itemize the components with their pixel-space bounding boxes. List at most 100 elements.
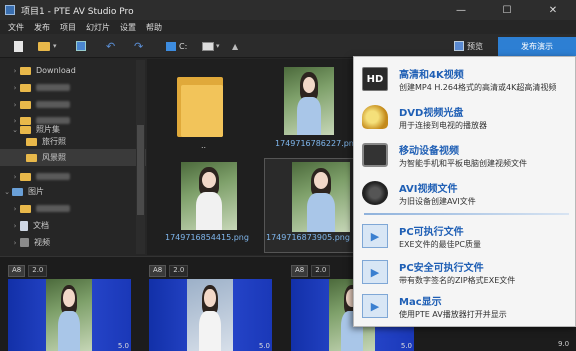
app-window: 项目1 - PTE AV Studio Pro — ☐ ✕ 文件 发布 项目 幻…	[0, 0, 576, 351]
slide-badge[interactable]: A8	[291, 265, 309, 277]
folder-icon	[20, 66, 31, 75]
publish-menu: HD 高清和4K视频 创建MP4 H.264格式的高清或4K超高清视频 DVD视…	[353, 56, 576, 327]
tree-item-travel[interactable]: 旅行照	[0, 133, 146, 150]
redo-button[interactable]: ↷	[134, 39, 143, 53]
menu-slides[interactable]: 幻灯片	[86, 22, 110, 33]
file-name: 1749716854415.png	[165, 233, 249, 242]
slide-duration: 9.0	[558, 340, 570, 348]
save-icon	[76, 41, 86, 51]
tree-item-label: 文档	[33, 221, 49, 230]
menu-item-pc-safe-exe[interactable]: ▶ PC安全可执行文件 带有数字签名的ZIP格式EXE文件	[354, 255, 575, 289]
open-folder-icon	[38, 41, 50, 51]
file-name: 1749716873905.png	[266, 233, 350, 242]
menu-item-mobile-video[interactable]: 移动设备视频 为智能手机和平板电脑创建视频文件	[354, 138, 575, 172]
undo-icon: ↶	[106, 39, 116, 53]
slide-duration: 5.0	[400, 342, 412, 350]
slide-thumbnail[interactable]: 5.0	[149, 279, 272, 351]
menu-item-pc-exe[interactable]: ▶ PC可执行文件 EXE文件的最佳PC质量	[354, 219, 575, 253]
parent-folder-item[interactable]	[177, 77, 223, 137]
avi-film-icon	[362, 181, 388, 205]
file-name: 1749716786227.png	[275, 139, 359, 148]
menu-item-subtitle: 用于连接到电视的播放器	[399, 121, 487, 130]
up-folder-button[interactable]: ▲	[232, 39, 238, 53]
open-project-button[interactable]: ▾	[38, 39, 57, 53]
file-thumbnail[interactable]	[292, 162, 350, 232]
menu-project[interactable]: 项目	[60, 22, 76, 33]
folder-icon	[20, 83, 31, 92]
redacted-label	[36, 205, 70, 212]
tree-scrollbar[interactable]	[136, 60, 145, 254]
new-project-button[interactable]	[14, 39, 23, 53]
tree-item-documents[interactable]: › 文档	[0, 217, 146, 234]
menu-item-hd-4k-video[interactable]: HD 高清和4K视频 创建MP4 H.264格式的高清或4K超高清视频	[354, 62, 575, 96]
chevron-right-icon: ›	[13, 238, 17, 247]
mac-show-icon: ▶	[362, 294, 388, 318]
close-button[interactable]: ✕	[530, 0, 576, 20]
menu-item-dvd[interactable]: DVD视频光盘 用于连接到电视的播放器	[354, 100, 575, 134]
menu-item-title: PC安全可执行文件	[399, 263, 484, 274]
menu-bar: 文件 发布 项目 幻灯片 设置 帮助	[0, 20, 576, 34]
chevron-right-icon: ›	[13, 66, 17, 75]
undo-button[interactable]: ↶	[106, 39, 115, 53]
menu-publish[interactable]: 发布	[34, 22, 50, 33]
photo-image	[181, 162, 237, 230]
file-thumbnail[interactable]	[284, 67, 334, 135]
menu-item-subtitle: 为智能手机和平板电脑创建视频文件	[399, 159, 527, 168]
mobile-device-icon	[362, 143, 388, 167]
window-title: 项目1 - PTE AV Studio Pro	[21, 6, 134, 17]
menu-item-title: Mac显示	[399, 297, 442, 308]
file-thumbnail[interactable]	[181, 162, 237, 230]
publish-show-button[interactable]: 发布演示	[498, 37, 576, 56]
drive-icon	[166, 41, 176, 51]
tree-item-label: 风景照	[42, 153, 66, 162]
tree-item[interactable]: ›	[0, 96, 146, 113]
redacted-label	[36, 101, 70, 108]
menu-help[interactable]: 帮助	[146, 22, 162, 33]
maximize-button[interactable]: ☐	[484, 0, 530, 20]
slide-thumbnail[interactable]: 5.0	[8, 279, 131, 351]
tree-item[interactable]: ›	[0, 79, 146, 96]
tree-item-videos[interactable]: › 视频	[0, 234, 146, 251]
tree-scrollbar-thumb[interactable]	[137, 125, 144, 215]
menu-divider	[364, 213, 569, 215]
pc-safe-exe-icon: ▶	[362, 260, 388, 284]
chevron-right-icon: ›	[13, 204, 17, 213]
view-mode-button[interactable]: ▾	[202, 39, 220, 53]
tree-item-scenery[interactable]: 风景照	[0, 149, 146, 166]
slide-duration: 5.0	[258, 342, 270, 350]
tree-item-download[interactable]: › Download	[0, 62, 146, 79]
menu-settings[interactable]: 设置	[120, 22, 136, 33]
minimize-button[interactable]: —	[438, 0, 484, 20]
slide-item[interactable]: A8 2.0 5.0	[149, 265, 272, 351]
menu-item-title: AVI视频文件	[399, 184, 458, 195]
menu-item-title: DVD视频光盘	[399, 108, 464, 119]
chevron-right-icon: ›	[13, 100, 17, 109]
folder-tree: › Download › › › ⌄ 照片集 旅行照 风景照 › ⌄ 图片 › …	[0, 59, 146, 255]
menu-item-mac-show[interactable]: ▶ Mac显示 使用PTE AV播放器打开并显示	[354, 289, 575, 323]
chevron-down-icon: ⌄	[4, 187, 10, 196]
redacted-label	[36, 173, 70, 180]
tree-item-label: 视频	[34, 238, 50, 247]
chevron-down-icon: ▾	[216, 42, 220, 50]
photo-image	[292, 162, 350, 232]
redacted-label	[36, 84, 70, 91]
tree-item-pictures[interactable]: ⌄ 图片	[0, 183, 146, 200]
app-logo-icon	[5, 5, 15, 15]
tree-item-label: Download	[36, 66, 76, 75]
menu-file[interactable]: 文件	[8, 22, 24, 33]
tree-item[interactable]: ›	[0, 200, 146, 217]
slide-badge[interactable]: A8	[8, 265, 26, 277]
chevron-down-icon: ▾	[53, 42, 57, 50]
drive-label: C:	[179, 41, 188, 51]
slide-badge[interactable]: A8	[149, 265, 167, 277]
drive-selector[interactable]: C:	[166, 39, 187, 53]
preview-button[interactable]: 预览	[454, 38, 483, 54]
slide-number: 2.0	[311, 265, 331, 277]
slide-item[interactable]: A8 2.0 5.0	[8, 265, 131, 351]
chevron-right-icon: ›	[13, 221, 17, 230]
menu-item-avi-video[interactable]: AVI视频文件 为旧设备创建AVI文件	[354, 176, 575, 210]
tree-item-label: 图片	[28, 187, 44, 196]
slide-number: 2.0	[28, 265, 48, 277]
save-button[interactable]	[76, 39, 86, 53]
folder-icon	[26, 153, 37, 162]
